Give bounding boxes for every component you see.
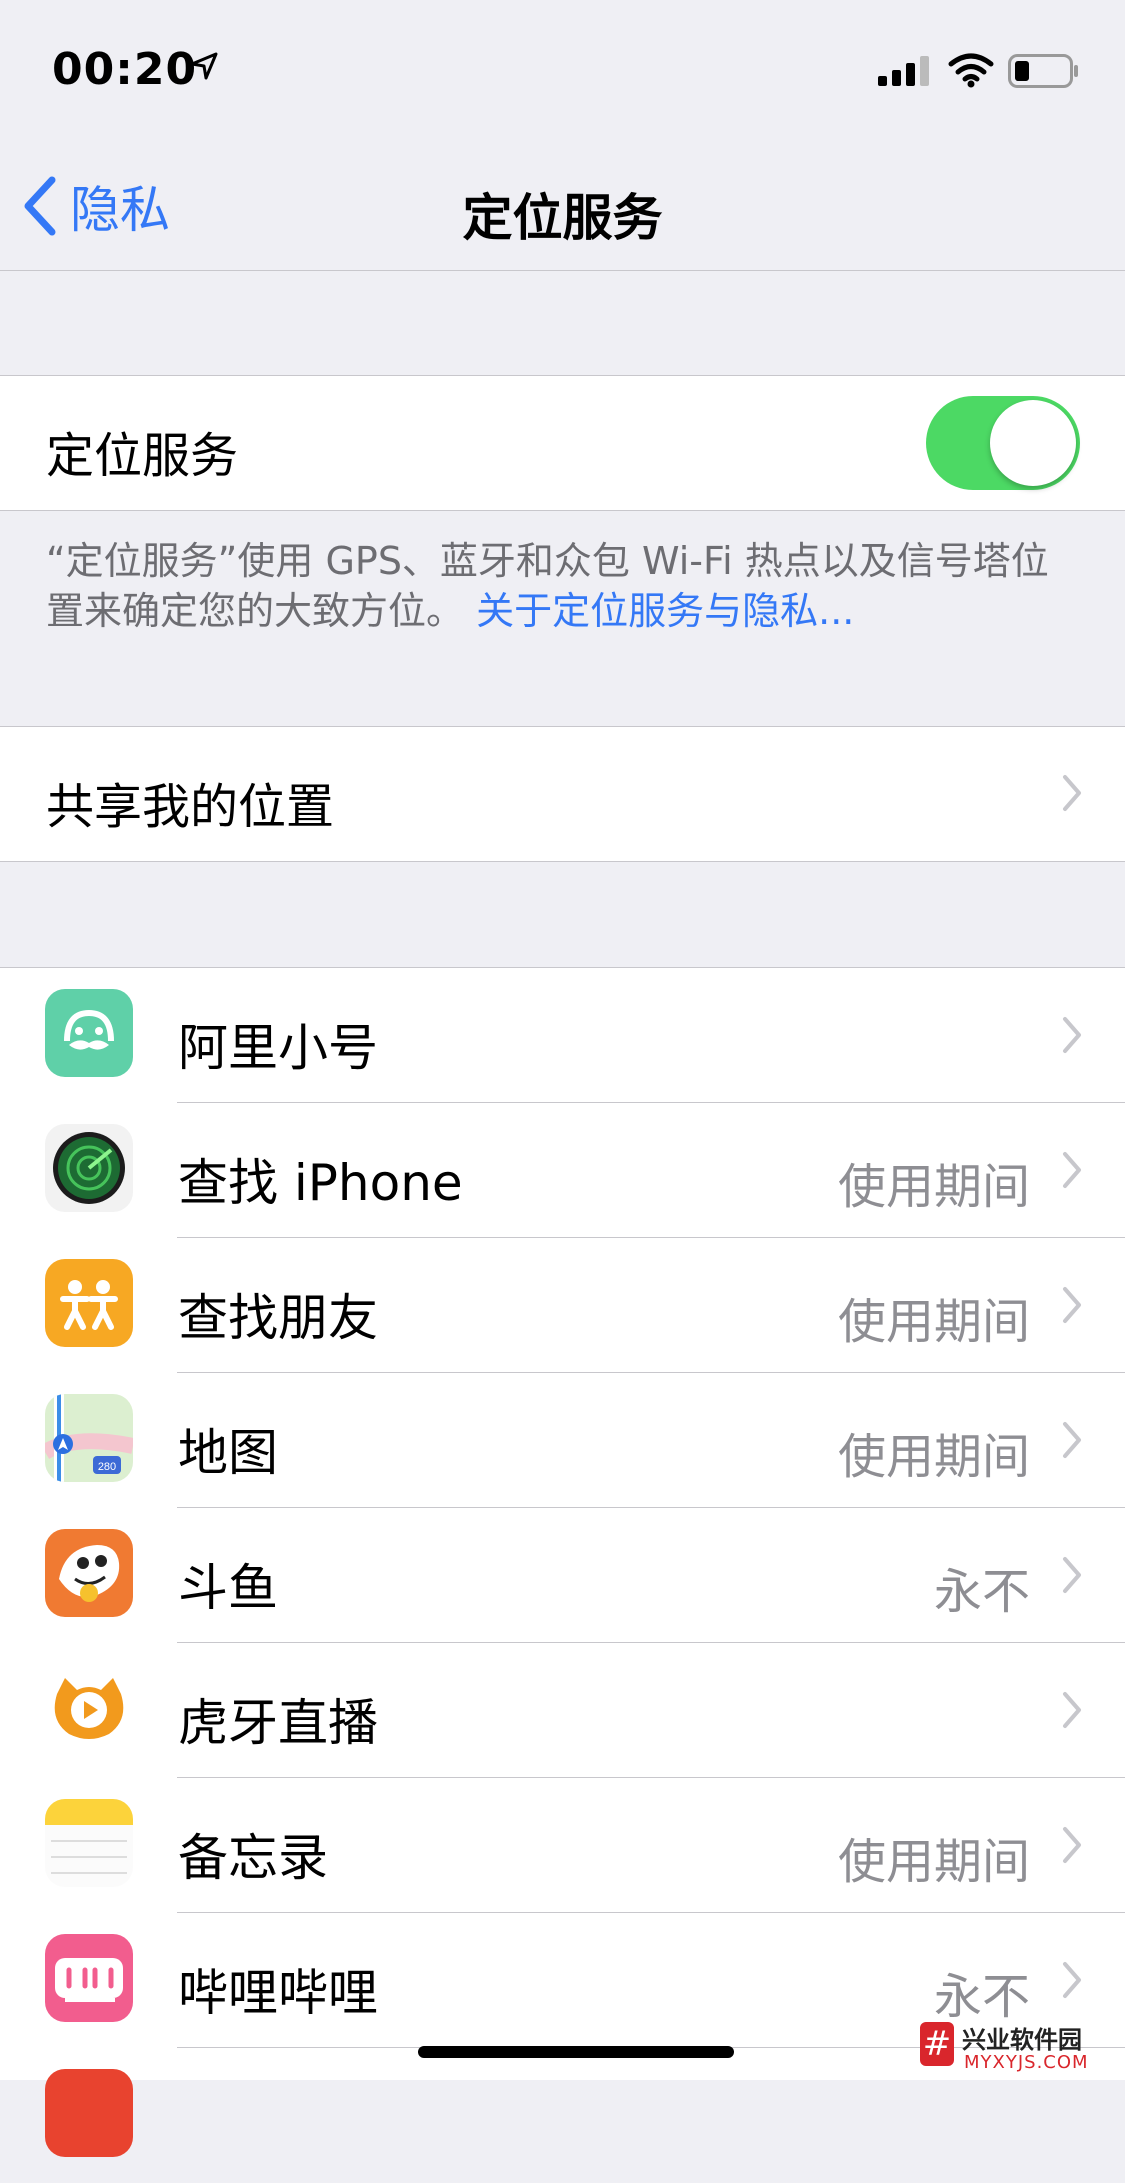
svg-text:280: 280 — [98, 1461, 116, 1473]
app-name: 阿里小号 — [178, 1019, 378, 1077]
app-icon — [45, 2069, 133, 2157]
privacy-link[interactable]: 关于定位服务与隐私... — [476, 589, 854, 633]
chevron-right-icon — [1063, 1422, 1081, 1458]
wifi-icon — [948, 53, 994, 88]
app-name: 斗鱼 — [178, 1559, 278, 1617]
location-services-label: 定位服务 — [46, 428, 239, 484]
watermark-main: 兴业软件园 — [962, 2026, 1082, 2054]
ali-xiaohao-icon — [45, 989, 133, 1077]
list-item[interactable]: 280 地图 使用期间 — [0, 1373, 1125, 1508]
app-permission-value: 使用期间 — [837, 1294, 1030, 1350]
watermark: # 兴业软件园 MYXYJS.COM — [920, 2018, 1120, 2076]
chevron-right-icon — [1063, 1692, 1081, 1728]
location-arrow-icon — [190, 52, 218, 80]
list-item[interactable]: 备忘录 使用期间 — [0, 1778, 1125, 1913]
chevron-right-icon — [1063, 1962, 1081, 1998]
app-name: 备忘录 — [178, 1829, 328, 1887]
app-name: 哔哩哔哩 — [178, 1964, 378, 2022]
find-friends-icon — [45, 1259, 133, 1347]
app-name: 地图 — [178, 1424, 278, 1482]
location-services-row: 定位服务 — [0, 375, 1125, 511]
list-item[interactable]: 虎牙直播 — [0, 1643, 1125, 1778]
app-permission-value: 使用期间 — [837, 1429, 1030, 1485]
watermark-logo-icon: # — [920, 2022, 954, 2066]
list-item[interactable]: 查找 iPhone 使用期间 — [0, 1103, 1125, 1238]
chevron-right-icon — [1063, 775, 1081, 811]
notes-icon — [45, 1799, 133, 1887]
app-permission-value: 使用期间 — [837, 1159, 1030, 1215]
watermark-sub: MYXYJS.COM — [964, 2052, 1089, 2073]
share-my-location-row[interactable]: 共享我的位置 — [0, 726, 1125, 862]
chevron-right-icon — [1063, 1557, 1081, 1593]
cellular-signal-icon — [878, 56, 929, 86]
location-services-note: “定位服务”使用 GPS、蓝牙和众包 Wi-Fi 热点以及信号塔位置来确定您的大… — [46, 536, 1066, 636]
app-permission-value: 永不 — [933, 1969, 1030, 2025]
battery-icon — [1008, 54, 1078, 88]
app-permission-value: 使用期间 — [837, 1834, 1030, 1890]
chevron-right-icon — [1063, 1152, 1081, 1188]
status-bar: 00:20 — [0, 0, 1125, 120]
chevron-right-icon — [1063, 1287, 1081, 1323]
douyu-icon — [45, 1529, 133, 1617]
navigation-bar: 隐私 定位服务 — [0, 120, 1125, 271]
app-name: 虎牙直播 — [178, 1694, 378, 1752]
location-services-toggle[interactable] — [926, 396, 1080, 490]
toggle-knob — [990, 400, 1076, 486]
status-time: 00:20 — [52, 44, 198, 95]
chevron-right-icon — [1063, 1827, 1081, 1863]
chevron-right-icon — [1063, 1017, 1081, 1053]
app-name: 查找 iPhone — [178, 1154, 463, 1212]
maps-icon: 280 — [45, 1394, 133, 1482]
bilibili-icon — [45, 1934, 133, 2022]
app-permission-value: 永不 — [933, 1564, 1030, 1620]
find-iphone-icon — [45, 1124, 133, 1212]
list-item[interactable]: 查找朋友 使用期间 — [0, 1238, 1125, 1373]
page-title: 定位服务 — [462, 189, 663, 247]
home-indicator[interactable] — [418, 2046, 734, 2058]
list-item[interactable]: 斗鱼 永不 — [0, 1508, 1125, 1643]
app-name: 查找朋友 — [178, 1289, 378, 1347]
share-my-location-label: 共享我的位置 — [46, 779, 335, 835]
list-item[interactable]: 阿里小号 — [0, 968, 1125, 1103]
app-list: 阿里小号 查找 iPhone 使用期间 查找朋友 使用期间 280 地图 使用期… — [0, 967, 1125, 2157]
huya-icon — [45, 1664, 133, 1752]
